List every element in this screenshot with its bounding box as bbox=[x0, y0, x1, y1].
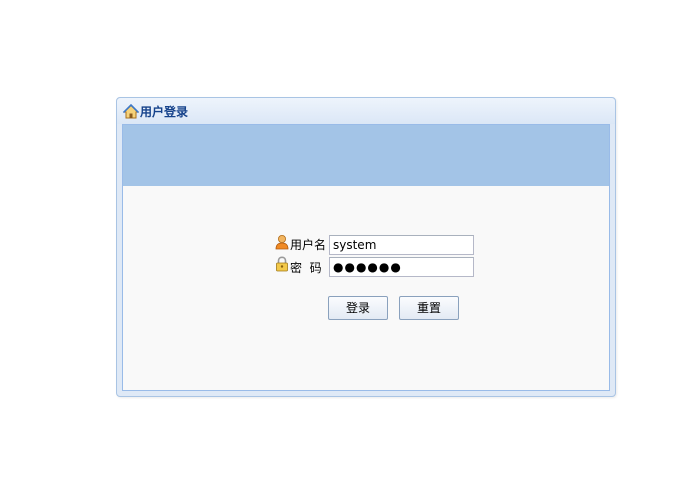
home-icon bbox=[123, 104, 139, 119]
panel-title: 用户登录 bbox=[140, 105, 189, 119]
login-button[interactable]: 登录 bbox=[328, 296, 388, 320]
lock-icon bbox=[276, 256, 288, 272]
username-label: 用户名 bbox=[290, 238, 327, 252]
username-input[interactable]: system bbox=[329, 235, 474, 255]
password-input[interactable]: ●●●●●● bbox=[329, 257, 474, 277]
login-panel: 用户登录 用户名 system 密 码 ●●●●●● 登录 重置 bbox=[116, 97, 616, 397]
user-icon bbox=[275, 235, 289, 250]
password-label: 密 码 bbox=[290, 261, 322, 275]
reset-button[interactable]: 重置 bbox=[399, 296, 459, 320]
panel-body: 用户名 system 密 码 ●●●●●● 登录 重置 bbox=[122, 124, 610, 391]
banner bbox=[123, 125, 609, 186]
panel-header: 用户登录 bbox=[117, 98, 615, 124]
